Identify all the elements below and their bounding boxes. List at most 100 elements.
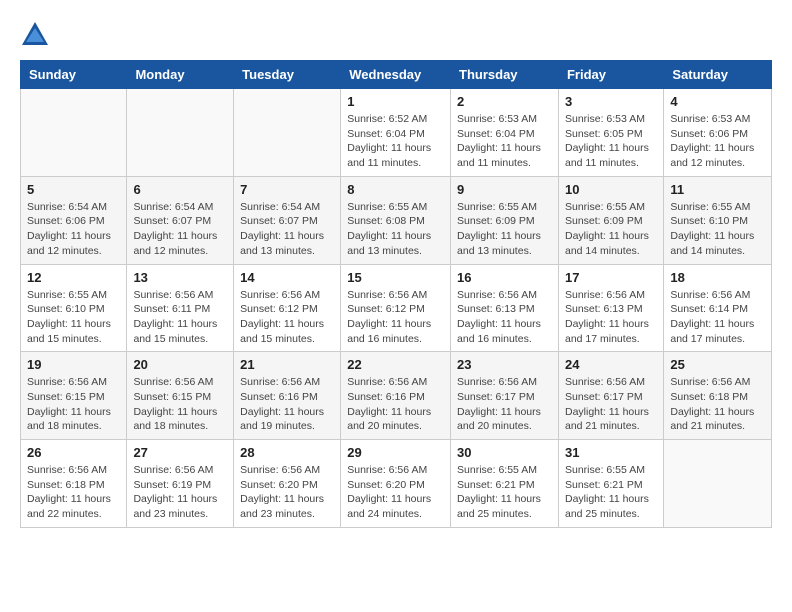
calendar-cell: 12 Sunrise: 6:55 AM Sunset: 6:10 PM Dayli… [21, 264, 127, 352]
calendar-cell: 7 Sunrise: 6:54 AM Sunset: 6:07 PM Daylig… [234, 176, 341, 264]
header-monday: Monday [127, 61, 234, 89]
day-info: Sunrise: 6:56 AM Sunset: 6:20 PM Dayligh… [347, 463, 444, 522]
day-number: 12 [27, 270, 120, 285]
day-number: 8 [347, 182, 444, 197]
day-info: Sunrise: 6:56 AM Sunset: 6:17 PM Dayligh… [565, 375, 657, 434]
calendar-cell [127, 89, 234, 177]
day-number: 1 [347, 94, 444, 109]
calendar-cell: 31 Sunrise: 6:55 AM Sunset: 6:21 PM Dayli… [558, 440, 663, 528]
day-number: 4 [670, 94, 765, 109]
calendar-week-row: 26 Sunrise: 6:56 AM Sunset: 6:18 PM Dayli… [21, 440, 772, 528]
day-info: Sunrise: 6:56 AM Sunset: 6:15 PM Dayligh… [27, 375, 120, 434]
day-info: Sunrise: 6:56 AM Sunset: 6:18 PM Dayligh… [27, 463, 120, 522]
day-number: 16 [457, 270, 552, 285]
day-info: Sunrise: 6:53 AM Sunset: 6:06 PM Dayligh… [670, 112, 765, 171]
day-info: Sunrise: 6:56 AM Sunset: 6:20 PM Dayligh… [240, 463, 334, 522]
day-info: Sunrise: 6:55 AM Sunset: 6:21 PM Dayligh… [457, 463, 552, 522]
calendar-cell: 27Sunrise: 6:56 AM Sunset: 6:19 PM Dayli… [127, 440, 234, 528]
calendar-cell: 1 Sunrise: 6:52 AM Sunset: 6:04 PM Daylig… [341, 89, 451, 177]
calendar-table: SundayMondayTuesdayWednesdayThursdayFrid… [20, 60, 772, 528]
day-info: Sunrise: 6:56 AM Sunset: 6:18 PM Dayligh… [670, 375, 765, 434]
day-number: 10 [565, 182, 657, 197]
calendar-week-row: 5 Sunrise: 6:54 AM Sunset: 6:06 PM Daylig… [21, 176, 772, 264]
calendar-cell: 20 Sunrise: 6:56 AM Sunset: 6:15 PM Dayli… [127, 352, 234, 440]
day-info: Sunrise: 6:56 AM Sunset: 6:12 PM Dayligh… [240, 288, 334, 347]
day-info: Sunrise: 6:54 AM Sunset: 6:06 PM Dayligh… [27, 200, 120, 259]
day-info: Sunrise: 6:55 AM Sunset: 6:08 PM Dayligh… [347, 200, 444, 259]
day-info: Sunrise: 6:54 AM Sunset: 6:07 PM Dayligh… [133, 200, 227, 259]
day-info: Sunrise: 6:56 AM Sunset: 6:12 PM Dayligh… [347, 288, 444, 347]
calendar-cell: 18 Sunrise: 6:56 AM Sunset: 6:14 PM Dayli… [664, 264, 772, 352]
day-info: Sunrise: 6:56 AM Sunset: 6:15 PM Dayligh… [133, 375, 227, 434]
calendar-cell [21, 89, 127, 177]
calendar-cell: 6 Sunrise: 6:54 AM Sunset: 6:07 PM Daylig… [127, 176, 234, 264]
calendar-cell: 26 Sunrise: 6:56 AM Sunset: 6:18 PM Dayli… [21, 440, 127, 528]
day-info: Sunrise: 6:56 AM Sunset: 6:17 PM Dayligh… [457, 375, 552, 434]
day-info: Sunrise: 6:56 AM Sunset: 6:16 PM Dayligh… [240, 375, 334, 434]
day-number: 6 [133, 182, 227, 197]
day-info: Sunrise: 6:56 AM Sunset: 6:14 PM Dayligh… [670, 288, 765, 347]
header-saturday: Saturday [664, 61, 772, 89]
calendar-week-row: 19 Sunrise: 6:56 AM Sunset: 6:15 PM Dayli… [21, 352, 772, 440]
day-number: 14 [240, 270, 334, 285]
header-friday: Friday [558, 61, 663, 89]
calendar-cell: 10 Sunrise: 6:55 AM Sunset: 6:09 PM Dayli… [558, 176, 663, 264]
calendar-week-row: 12 Sunrise: 6:55 AM Sunset: 6:10 PM Dayli… [21, 264, 772, 352]
header-tuesday: Tuesday [234, 61, 341, 89]
calendar-cell: 21Sunrise: 6:56 AM Sunset: 6:16 PM Dayli… [234, 352, 341, 440]
logo-icon [20, 20, 50, 50]
day-number: 26 [27, 445, 120, 460]
day-number: 20 [133, 357, 227, 372]
day-number: 2 [457, 94, 552, 109]
calendar-cell [664, 440, 772, 528]
day-info: Sunrise: 6:52 AM Sunset: 6:04 PM Dayligh… [347, 112, 444, 171]
day-number: 13 [133, 270, 227, 285]
calendar-cell: 8 Sunrise: 6:55 AM Sunset: 6:08 PM Daylig… [341, 176, 451, 264]
day-number: 30 [457, 445, 552, 460]
day-info: Sunrise: 6:55 AM Sunset: 6:09 PM Dayligh… [565, 200, 657, 259]
day-number: 28 [240, 445, 334, 460]
page-header [20, 20, 772, 50]
calendar-cell: 3 Sunrise: 6:53 AM Sunset: 6:05 PM Daylig… [558, 89, 663, 177]
calendar-cell: 30 Sunrise: 6:55 AM Sunset: 6:21 PM Dayli… [451, 440, 559, 528]
header-thursday: Thursday [451, 61, 559, 89]
calendar-week-row: 1 Sunrise: 6:52 AM Sunset: 6:04 PM Daylig… [21, 89, 772, 177]
calendar-cell: 25Sunrise: 6:56 AM Sunset: 6:18 PM Dayli… [664, 352, 772, 440]
calendar-cell: 14 Sunrise: 6:56 AM Sunset: 6:12 PM Dayli… [234, 264, 341, 352]
calendar-cell [234, 89, 341, 177]
logo [20, 20, 52, 50]
day-number: 18 [670, 270, 765, 285]
day-info: Sunrise: 6:53 AM Sunset: 6:04 PM Dayligh… [457, 112, 552, 171]
day-info: Sunrise: 6:55 AM Sunset: 6:21 PM Dayligh… [565, 463, 657, 522]
calendar-cell: 5 Sunrise: 6:54 AM Sunset: 6:06 PM Daylig… [21, 176, 127, 264]
calendar-cell: 28 Sunrise: 6:56 AM Sunset: 6:20 PM Dayli… [234, 440, 341, 528]
day-number: 5 [27, 182, 120, 197]
day-number: 15 [347, 270, 444, 285]
calendar-cell: 4 Sunrise: 6:53 AM Sunset: 6:06 PM Daylig… [664, 89, 772, 177]
day-info: Sunrise: 6:55 AM Sunset: 6:09 PM Dayligh… [457, 200, 552, 259]
day-info: Sunrise: 6:56 AM Sunset: 6:13 PM Dayligh… [457, 288, 552, 347]
calendar-cell: 29Sunrise: 6:56 AM Sunset: 6:20 PM Dayli… [341, 440, 451, 528]
day-number: 31 [565, 445, 657, 460]
day-number: 19 [27, 357, 120, 372]
calendar-cell: 23Sunrise: 6:56 AM Sunset: 6:17 PM Dayli… [451, 352, 559, 440]
day-number: 24 [565, 357, 657, 372]
day-info: Sunrise: 6:55 AM Sunset: 6:10 PM Dayligh… [27, 288, 120, 347]
calendar-cell: 24 Sunrise: 6:56 AM Sunset: 6:17 PM Dayli… [558, 352, 663, 440]
calendar-cell: 9 Sunrise: 6:55 AM Sunset: 6:09 PM Daylig… [451, 176, 559, 264]
day-info: Sunrise: 6:54 AM Sunset: 6:07 PM Dayligh… [240, 200, 334, 259]
day-number: 22 [347, 357, 444, 372]
day-info: Sunrise: 6:56 AM Sunset: 6:16 PM Dayligh… [347, 375, 444, 434]
day-number: 17 [565, 270, 657, 285]
day-number: 3 [565, 94, 657, 109]
calendar-cell: 11Sunrise: 6:55 AM Sunset: 6:10 PM Dayli… [664, 176, 772, 264]
day-info: Sunrise: 6:56 AM Sunset: 6:13 PM Dayligh… [565, 288, 657, 347]
day-number: 9 [457, 182, 552, 197]
day-number: 11 [670, 182, 765, 197]
day-info: Sunrise: 6:56 AM Sunset: 6:19 PM Dayligh… [133, 463, 227, 522]
calendar-cell: 17 Sunrise: 6:56 AM Sunset: 6:13 PM Dayli… [558, 264, 663, 352]
calendar-cell: 15 Sunrise: 6:56 AM Sunset: 6:12 PM Dayli… [341, 264, 451, 352]
day-info: Sunrise: 6:53 AM Sunset: 6:05 PM Dayligh… [565, 112, 657, 171]
calendar-cell: 22 Sunrise: 6:56 AM Sunset: 6:16 PM Dayli… [341, 352, 451, 440]
day-number: 7 [240, 182, 334, 197]
